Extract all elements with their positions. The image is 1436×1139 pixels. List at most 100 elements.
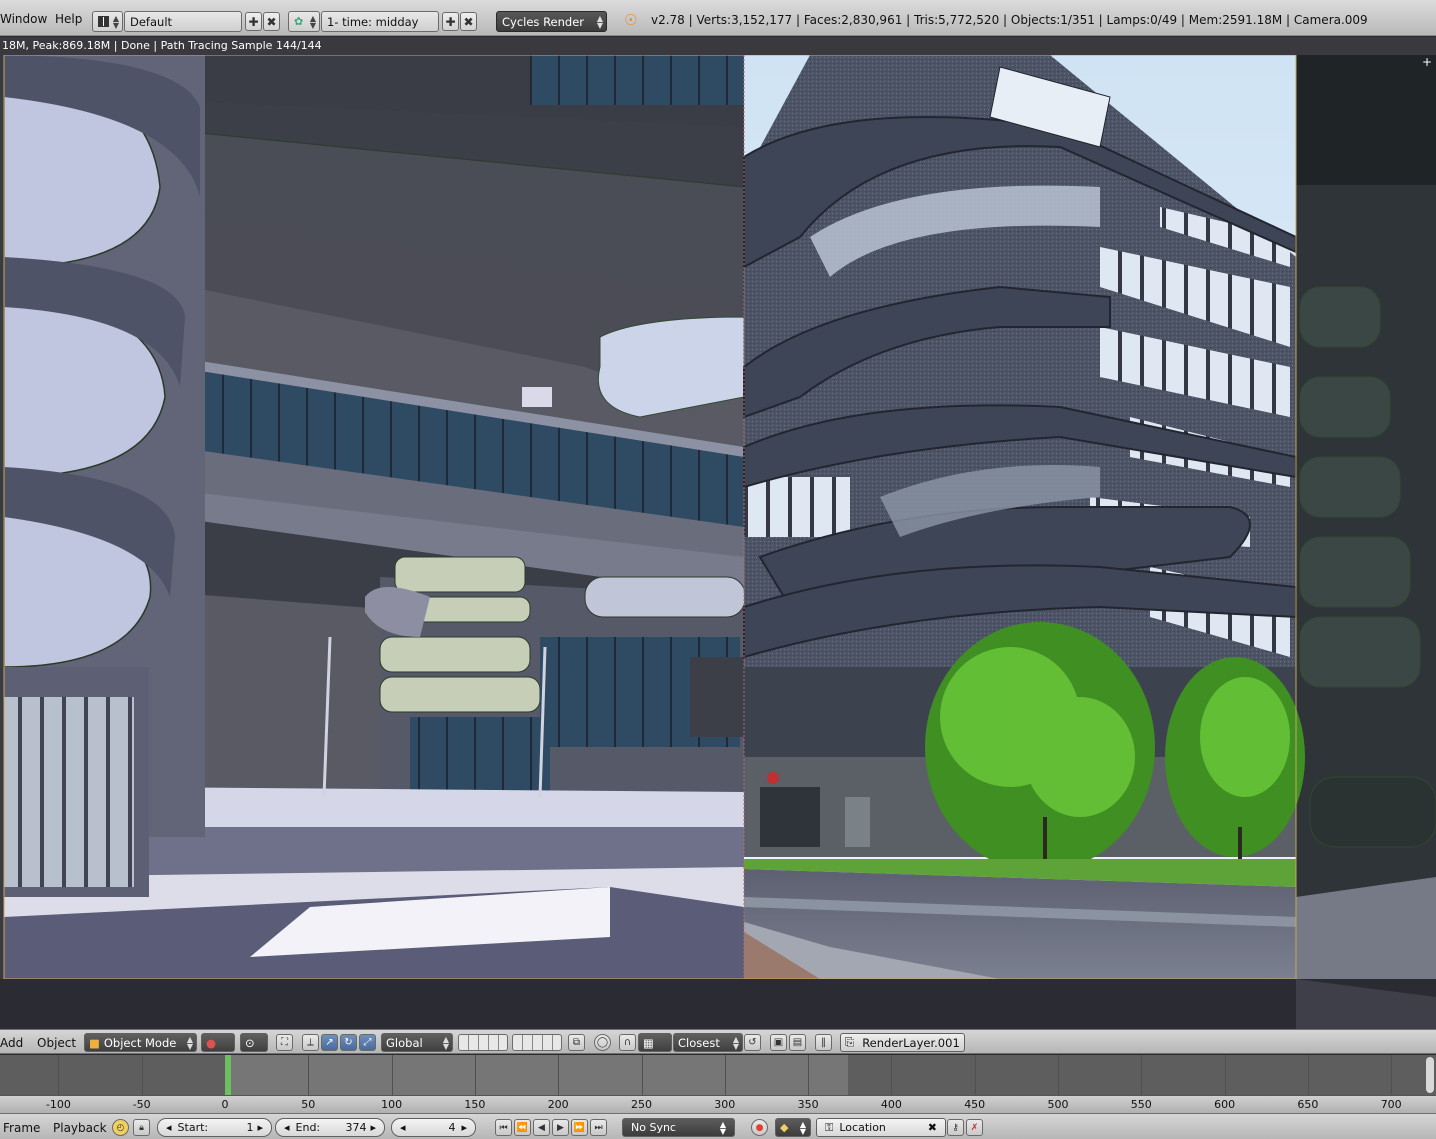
pause-icon: ‖: [821, 1037, 826, 1048]
screen-layout-selector[interactable]: ▲ ▼: [92, 11, 123, 32]
scene-field[interactable]: 1- time: midday: [321, 11, 439, 32]
screen-layout-value: Default: [130, 14, 173, 29]
menu-playback[interactable]: Playback: [53, 1121, 107, 1135]
timeline-editor[interactable]: -100 -50 0 50 100 150 200 250 300 350 400 450 500 550…: [0, 1055, 1436, 1113]
end-frame-value: 374: [345, 1121, 367, 1134]
keying-set-icon: ⚿: [825, 1120, 834, 1134]
add-screen-button[interactable]: ✚: [245, 12, 262, 31]
keying-set-value: Location: [839, 1121, 886, 1134]
jump-to-prev-keyframe-button[interactable]: ⏪: [514, 1119, 531, 1136]
scene-layers-row-2[interactable]: [512, 1034, 562, 1051]
pivot-icon: ⊙: [245, 1035, 255, 1050]
timeline-ruler[interactable]: -100 -50 0 50 100 150 200 250 300 350 400 450 500 550…: [0, 1095, 1436, 1113]
viewport-shading-dropdown[interactable]: ●: [201, 1033, 235, 1052]
pivot-point-dropdown[interactable]: ⊙: [240, 1033, 268, 1052]
timeline-tick-label: 550: [1130, 1098, 1152, 1111]
timeline-grid-line: [1224, 1055, 1226, 1095]
menu-object[interactable]: Object: [37, 1036, 76, 1050]
viewport-split-icon[interactable]: +: [1422, 55, 1432, 69]
play-reverse-icon: ◀: [538, 1122, 545, 1133]
end-frame-field[interactable]: ◂ End: 374 ▸: [275, 1118, 385, 1137]
current-frame-field[interactable]: ◂ 4 ▸: [391, 1118, 476, 1137]
timeline-scrollbar[interactable]: [1426, 1057, 1434, 1093]
manipulator-icon: ⛶: [281, 1037, 288, 1048]
circle-icon: ◯: [596, 1037, 609, 1048]
transform-orientation-dropdown[interactable]: Global ▲ ▼: [381, 1033, 453, 1052]
insert-keyframe-button[interactable]: ⚷: [947, 1119, 964, 1136]
timeline-tick-label: 600: [1214, 1098, 1236, 1111]
menu-add[interactable]: Add: [0, 1036, 23, 1050]
menu-help[interactable]: Help: [55, 12, 82, 26]
use-preview-range-button[interactable]: ◴: [112, 1119, 129, 1136]
lock-time-cursor-button[interactable]: 🔒︎: [133, 1119, 150, 1136]
interaction-mode-dropdown[interactable]: ■ Object Mode ▲ ▼: [84, 1033, 197, 1052]
next-keyframe-icon: ⏩: [573, 1122, 586, 1133]
3d-view-header: Add Object ■ Object Mode ▲ ▼ ● ⊙ ⛶ ⟂ ↗ ↻ …: [0, 1029, 1436, 1054]
timeline-tick-label: 500: [1047, 1098, 1069, 1111]
timeline-tick-label: 700: [1380, 1098, 1402, 1111]
delete-scene-button[interactable]: ✖: [460, 12, 477, 31]
timeline-grid-line: [58, 1055, 60, 1095]
scale-manipulator-button[interactable]: ⤢: [359, 1034, 376, 1051]
move-manipulator-button[interactable]: ↗: [321, 1034, 338, 1051]
timeline-grid-line: [808, 1055, 810, 1095]
jump-to-end-button[interactable]: ⏭: [590, 1119, 607, 1136]
translate-manipulator-button[interactable]: ⟂: [302, 1034, 319, 1051]
opengl-animation-button[interactable]: ▤: [789, 1034, 806, 1051]
scene-layers-row-1[interactable]: [458, 1034, 508, 1051]
screen-layout-field[interactable]: Default: [124, 11, 242, 32]
info-header: Window Help ▲ ▼ Default ✚ ✖ ✿ ▲ ▼ 1- time:…: [0, 0, 1436, 36]
snap-toggle[interactable]: ∩: [619, 1034, 636, 1051]
menu-frame[interactable]: Frame: [3, 1121, 40, 1135]
current-frame-cursor[interactable]: [225, 1055, 231, 1095]
timeline-tick-label: 300: [714, 1098, 736, 1111]
timeline-grid-line: [1058, 1055, 1059, 1095]
timeline-header: Frame Playback ◴ 🔒︎ ◂ Start: 1 ▸ ◂ End: …: [0, 1113, 1436, 1139]
jump-to-next-keyframe-button[interactable]: ⏩: [571, 1119, 588, 1136]
auto-keying-button[interactable]: ●: [751, 1119, 768, 1136]
screen-layout-icon: [98, 16, 109, 27]
updown-arrows-icon: ▲ ▼: [799, 1119, 806, 1136]
transform-orientation-value: Global: [386, 1035, 423, 1050]
lock-layers-button[interactable]: ⧉: [568, 1034, 585, 1051]
render-layer-field[interactable]: ⎘ RenderLayer.001: [840, 1033, 965, 1052]
rotate-manipulator-button[interactable]: ↻: [340, 1034, 357, 1051]
3d-viewport[interactable]: 18M, Peak:869.18M | Done | Path Tracing …: [0, 37, 1436, 1029]
play-button[interactable]: ▶: [552, 1119, 569, 1136]
proportional-edit-button[interactable]: ◯: [594, 1034, 611, 1051]
clock-icon: ◴: [116, 1122, 125, 1133]
axis-icon: ⟂: [307, 1037, 314, 1048]
updown-arrows-icon: ▲ ▼: [719, 1119, 726, 1136]
snap-target-dropdown[interactable]: Closest ▲ ▼: [673, 1033, 743, 1052]
snap-rotation-button[interactable]: ↺: [744, 1034, 761, 1051]
blender-logo-icon: ☉: [624, 11, 638, 29]
timeline-grid-line: [891, 1055, 893, 1095]
menu-window[interactable]: Window: [0, 12, 47, 26]
timeline-grid-line: [141, 1055, 143, 1095]
render-engine-dropdown[interactable]: Cycles Render ▲ ▼: [496, 11, 607, 32]
timeline-grid-line: [724, 1055, 726, 1095]
pause-button[interactable]: ‖: [815, 1034, 832, 1051]
chevron-right-icon: ▸: [370, 1121, 376, 1134]
timeline-grid-line: [308, 1055, 310, 1095]
active-keying-set-field[interactable]: ⚿ Location ✖: [816, 1118, 946, 1137]
scene-selector[interactable]: ✿ ▲ ▼: [288, 11, 320, 32]
jump-end-icon: ⏭: [594, 1122, 603, 1133]
delete-keyframe-button[interactable]: ✗: [966, 1119, 983, 1136]
delete-screen-button[interactable]: ✖: [263, 12, 280, 31]
close-icon[interactable]: ✖: [928, 1121, 937, 1134]
snap-element-dropdown[interactable]: ▦: [638, 1033, 672, 1052]
arrow-icon: ↗: [325, 1037, 334, 1048]
scene-icon: ✿: [294, 15, 304, 28]
chevron-right-icon: ▸: [461, 1121, 467, 1134]
start-frame-field[interactable]: ◂ Start: 1 ▸: [157, 1118, 272, 1137]
current-frame-value: 4: [448, 1121, 456, 1134]
jump-to-start-button[interactable]: ⏮: [495, 1119, 512, 1136]
play-reverse-button[interactable]: ◀: [533, 1119, 550, 1136]
opengl-render-button[interactable]: ▣: [770, 1034, 787, 1051]
add-scene-button[interactable]: ✚: [442, 12, 459, 31]
lock-icon: 🔒︎: [139, 1122, 144, 1133]
manipulator-toggle[interactable]: ⛶: [276, 1034, 293, 1051]
sync-mode-dropdown[interactable]: No Sync ▲ ▼: [622, 1118, 735, 1137]
keying-type-dropdown[interactable]: ◆ ▲ ▼: [775, 1118, 811, 1137]
